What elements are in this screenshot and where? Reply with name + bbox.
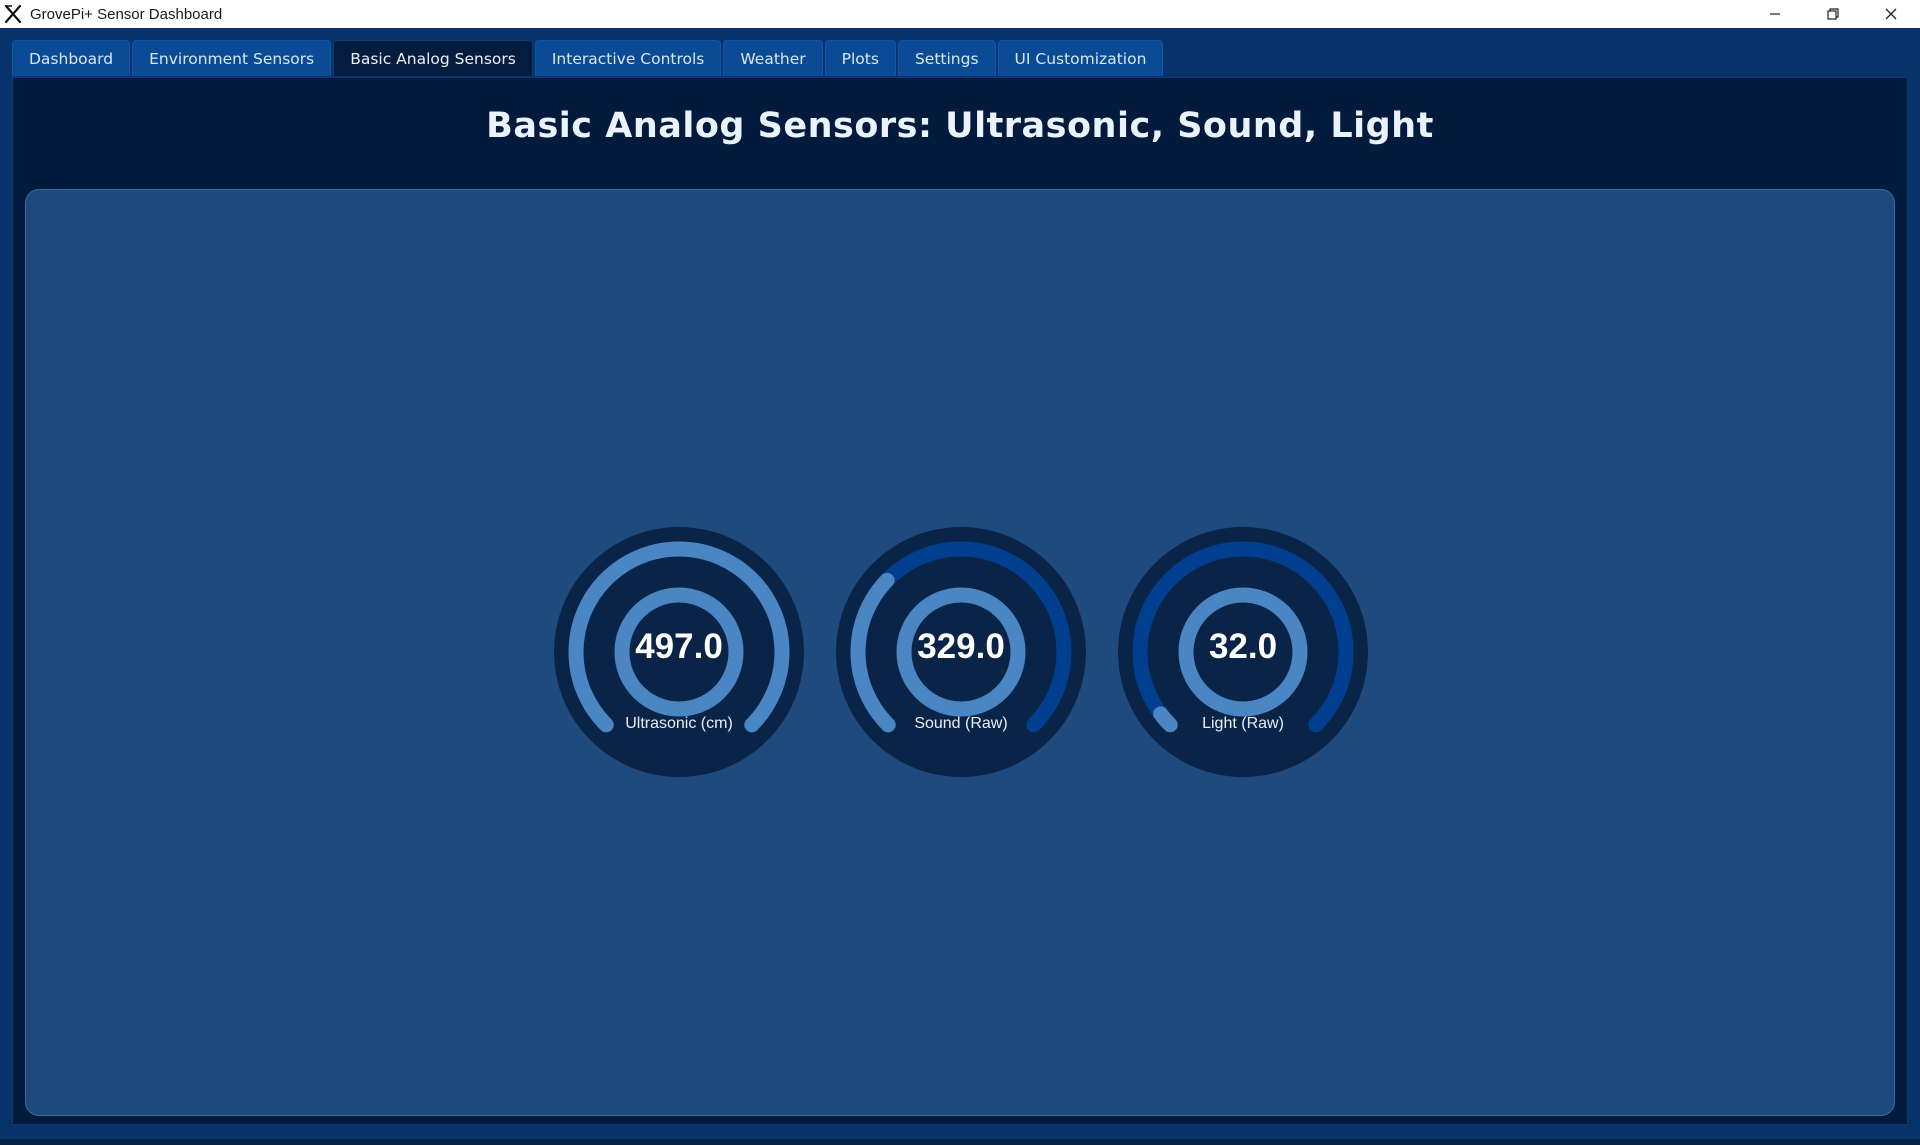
light-value: 32.0: [1208, 627, 1278, 666]
restore-button[interactable]: [1804, 0, 1862, 28]
tab-ui-customization[interactable]: UI Customization: [997, 40, 1164, 76]
ultrasonic-label: Ultrasonic (cm): [625, 715, 733, 732]
light-label: Light (Raw): [1202, 715, 1284, 732]
close-button[interactable]: [1862, 0, 1920, 28]
ultrasonic-gauge: 497.0 Ultrasonic (cm): [554, 527, 804, 777]
tab-basic-analog-sensors[interactable]: Basic Analog Sensors: [333, 40, 533, 76]
sound-gauge: 329.0 Sound (Raw): [836, 527, 1086, 777]
tab-environment-sensors[interactable]: Environment Sensors: [132, 40, 332, 76]
tab-bar: Dashboard Environment Sensors Basic Anal…: [12, 40, 1164, 76]
restore-icon: [1827, 8, 1839, 20]
app-window: Dashboard Environment Sensors Basic Anal…: [0, 28, 1920, 1145]
page-title: Basic Analog Sensors: Ultrasonic, Sound,…: [486, 106, 1434, 146]
bottom-strip: [0, 1139, 1920, 1145]
tab-settings[interactable]: Settings: [897, 40, 996, 76]
tab-weather[interactable]: Weather: [723, 40, 823, 76]
window-title-bar: GrovePi+ Sensor Dashboard: [0, 0, 1920, 28]
minimize-icon: [1770, 13, 1780, 15]
close-icon: [1885, 8, 1897, 20]
gauge-card: 497.0 Ultrasonic (cm) 329.0 Sound (Raw): [25, 189, 1895, 1116]
sound-value: 329.0: [917, 627, 1005, 666]
gauge-container: 497.0 Ultrasonic (cm) 329.0 Sound (Raw): [26, 190, 1894, 1115]
minimize-button[interactable]: [1746, 0, 1804, 28]
light-gauge: 32.0 Light (Raw): [1118, 527, 1368, 777]
tab-plots[interactable]: Plots: [824, 40, 896, 76]
tab-content-panel: Basic Analog Sensors: Ultrasonic, Sound,…: [12, 77, 1908, 1125]
tab-interactive-controls[interactable]: Interactive Controls: [534, 40, 722, 76]
window-title: GrovePi+ Sensor Dashboard: [30, 5, 223, 23]
sound-label: Sound (Raw): [914, 715, 1008, 732]
tab-dashboard[interactable]: Dashboard: [12, 40, 131, 76]
ultrasonic-value: 497.0: [635, 627, 723, 666]
x-logo-icon: [2, 3, 24, 25]
